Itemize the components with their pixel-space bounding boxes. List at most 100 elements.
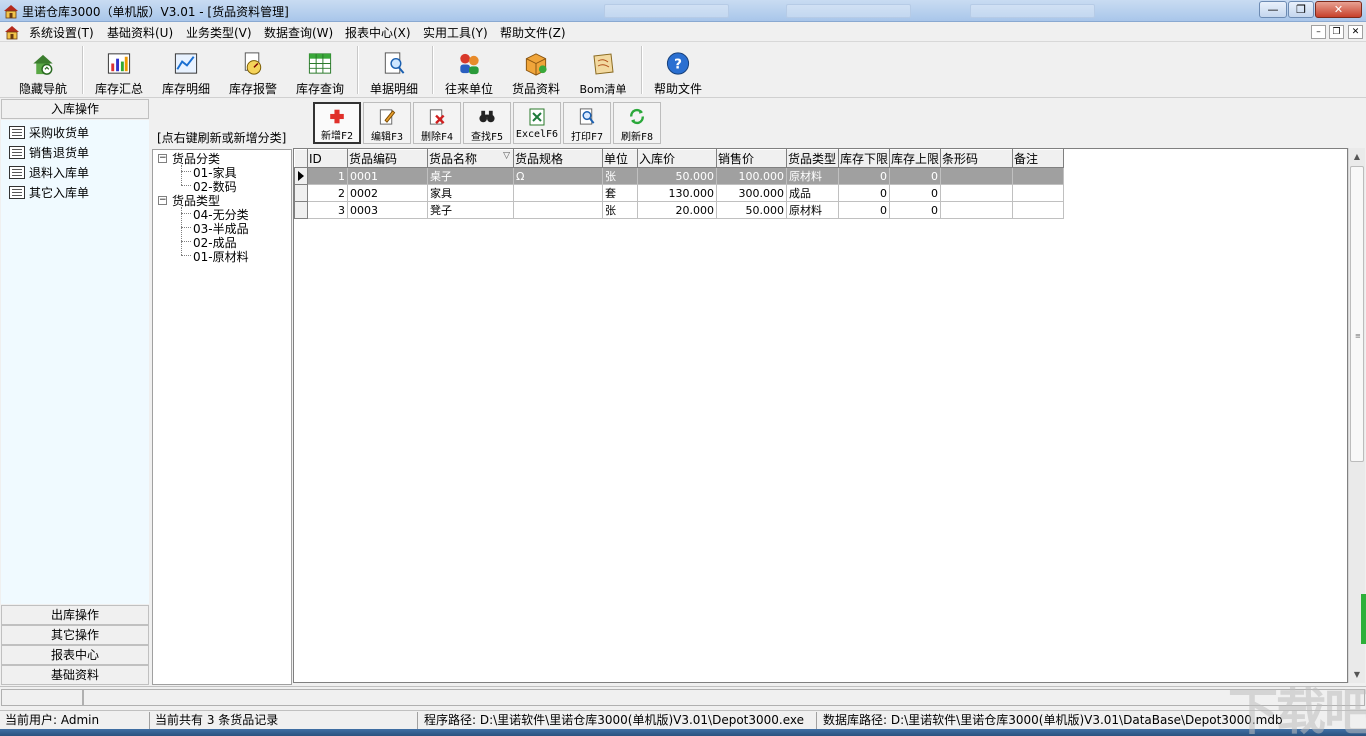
cell-code[interactable]: 0003: [347, 201, 428, 219]
cell-unit[interactable]: 张: [602, 201, 638, 219]
table-row[interactable]: 3 0003 凳子 张 20.000 50.000 原材料 0 0: [294, 201, 1064, 219]
stock-query-button[interactable]: 库存查询: [290, 42, 350, 97]
table-row[interactable]: 2 0002 家具 套 130.000 300.000 成品 0 0: [294, 184, 1064, 202]
tree-collapse-toggle[interactable]: −: [158, 196, 167, 205]
cell-id[interactable]: 3: [307, 201, 348, 219]
column-header-note[interactable]: 备注: [1012, 149, 1064, 168]
excel-export-button[interactable]: ExcelF6: [513, 102, 561, 144]
category-tree[interactable]: − 货品分类 01-家具 02-数码 − 货品类型 04-无分类 03-半成品 …: [152, 149, 292, 685]
stock-alarm-button[interactable]: 库存报警: [223, 42, 283, 97]
cell-note[interactable]: [1012, 184, 1064, 202]
row-indicator[interactable]: [294, 167, 308, 185]
cell-sale-price[interactable]: 300.000: [716, 184, 787, 202]
column-header-unit[interactable]: 单位: [602, 149, 638, 168]
goods-info-button[interactable]: 货品资料: [506, 42, 566, 97]
cell-type[interactable]: 原材料: [786, 201, 839, 219]
tree-node-raw-material[interactable]: 01-原材料: [193, 248, 249, 265]
menu-system-settings[interactable]: 系统设置(T): [29, 24, 94, 41]
column-header-barcode[interactable]: 条形码: [940, 149, 1013, 168]
nav-item-other-inbound[interactable]: 其它入库单: [9, 183, 89, 201]
nav-item-purchase-receipt[interactable]: 采购收货单: [9, 123, 89, 141]
cell-name[interactable]: 桌子: [427, 167, 514, 185]
edit-button[interactable]: 编辑F3: [363, 102, 411, 144]
mdi-restore-button[interactable]: ❐: [1329, 25, 1344, 39]
cell-in-price[interactable]: 20.000: [637, 201, 717, 219]
menu-basic-data[interactable]: 基础资料(U): [107, 24, 173, 41]
menu-business-types[interactable]: 业务类型(V): [186, 24, 252, 41]
partners-button[interactable]: 往来单位: [439, 42, 499, 97]
cell-in-price[interactable]: 130.000: [637, 184, 717, 202]
nav-section-reports[interactable]: 报表中心: [1, 645, 149, 665]
cell-spec[interactable]: Ω: [513, 167, 603, 185]
column-header-stock-max[interactable]: 库存上限: [889, 149, 941, 168]
tree-collapse-toggle[interactable]: −: [158, 154, 167, 163]
print-button[interactable]: 打印F7: [563, 102, 611, 144]
nav-item-material-return[interactable]: 退料入库单: [9, 163, 89, 181]
delete-button[interactable]: 删除F4: [413, 102, 461, 144]
cell-stock-min[interactable]: 0: [838, 184, 890, 202]
cell-type[interactable]: 原材料: [786, 167, 839, 185]
cell-spec[interactable]: [513, 201, 603, 219]
scrollbar-thumb[interactable]: ≡: [1350, 166, 1364, 462]
app-house-icon[interactable]: [4, 24, 20, 40]
cell-id[interactable]: 2: [307, 184, 348, 202]
menu-report-center[interactable]: 报表中心(X): [345, 24, 411, 41]
column-header-stock-min[interactable]: 库存下限: [838, 149, 890, 168]
cell-name[interactable]: 家具: [427, 184, 514, 202]
goods-data-grid[interactable]: ID 货品编码 货品名称 ▽ 货品规格 单位 入库价 销售价 货品类型 库存下限…: [293, 148, 1348, 683]
bom-list-button[interactable]: Bom清单: [573, 42, 633, 97]
column-header-type[interactable]: 货品类型: [786, 149, 839, 168]
cell-code[interactable]: 0002: [347, 184, 428, 202]
menu-tools[interactable]: 实用工具(Y): [423, 24, 488, 41]
nav-section-other[interactable]: 其它操作: [1, 625, 149, 645]
nav-section-basic-data[interactable]: 基础资料: [1, 665, 149, 685]
document-detail-button[interactable]: 单据明细: [364, 42, 424, 97]
column-header-spec[interactable]: 货品规格: [513, 149, 603, 168]
cell-barcode[interactable]: [940, 167, 1013, 185]
cell-stock-max[interactable]: 0: [889, 167, 941, 185]
cell-type[interactable]: 成品: [786, 184, 839, 202]
table-row[interactable]: 1 0001 桌子 Ω 张 50.000 100.000 原材料 0 0: [294, 167, 1064, 185]
add-button[interactable]: 新增F2: [313, 102, 361, 144]
cell-stock-max[interactable]: 0: [889, 184, 941, 202]
menu-help[interactable]: 帮助文件(Z): [500, 24, 566, 41]
column-header-name[interactable]: 货品名称 ▽: [427, 149, 514, 168]
column-header-code[interactable]: 货品编码: [347, 149, 428, 168]
cell-in-price[interactable]: 50.000: [637, 167, 717, 185]
mdi-minimize-button[interactable]: –: [1311, 25, 1326, 39]
nav-item-sales-return[interactable]: 销售退货单: [9, 143, 89, 161]
cell-stock-min[interactable]: 0: [838, 201, 890, 219]
refresh-button[interactable]: 刷新F8: [613, 102, 661, 144]
cell-stock-min[interactable]: 0: [838, 167, 890, 185]
cell-barcode[interactable]: [940, 201, 1013, 219]
nav-section-outbound[interactable]: 出库操作: [1, 605, 149, 625]
help-file-button[interactable]: ? 帮助文件: [648, 42, 708, 97]
cell-stock-max[interactable]: 0: [889, 201, 941, 219]
cell-note[interactable]: [1012, 201, 1064, 219]
menu-data-query[interactable]: 数据查询(W): [264, 24, 333, 41]
mdi-close-button[interactable]: ✕: [1348, 25, 1363, 39]
restore-button[interactable]: ❐: [1288, 1, 1314, 18]
find-button[interactable]: 查找F5: [463, 102, 511, 144]
cell-code[interactable]: 0001: [347, 167, 428, 185]
scroll-up-icon[interactable]: ▲: [1349, 148, 1365, 165]
close-button[interactable]: ✕: [1315, 1, 1362, 18]
column-header-in-price[interactable]: 入库价: [637, 149, 717, 168]
cell-sale-price[interactable]: 50.000: [716, 201, 787, 219]
cell-name[interactable]: 凳子: [427, 201, 514, 219]
cell-spec[interactable]: [513, 184, 603, 202]
cell-unit[interactable]: 套: [602, 184, 638, 202]
minimize-button[interactable]: —: [1259, 1, 1287, 18]
column-header-sale-price[interactable]: 销售价: [716, 149, 787, 168]
column-header-id[interactable]: ID: [307, 149, 348, 168]
cell-id[interactable]: 1: [307, 167, 348, 185]
hide-nav-button[interactable]: 隐藏导航: [13, 42, 73, 97]
cell-barcode[interactable]: [940, 184, 1013, 202]
cell-note[interactable]: [1012, 167, 1064, 185]
stock-summary-button[interactable]: 库存汇总: [89, 42, 149, 97]
row-indicator[interactable]: [294, 184, 308, 202]
stock-detail-button[interactable]: 库存明细: [156, 42, 216, 97]
nav-section-inbound[interactable]: 入库操作: [1, 99, 149, 119]
cell-unit[interactable]: 张: [602, 167, 638, 185]
cell-sale-price[interactable]: 100.000: [716, 167, 787, 185]
